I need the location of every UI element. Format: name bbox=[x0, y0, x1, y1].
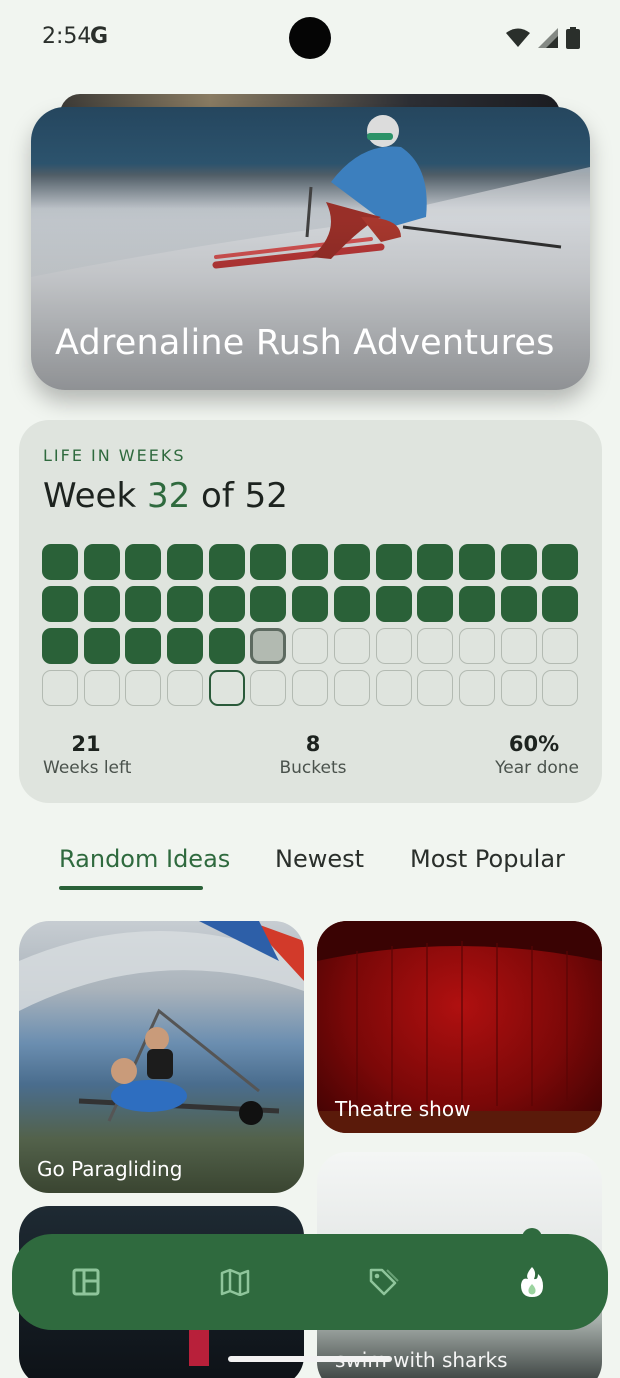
week-cell bbox=[417, 628, 454, 664]
week-cell bbox=[375, 628, 412, 664]
week-cell bbox=[500, 544, 537, 580]
tab-most-popular[interactable]: Most Popular bbox=[410, 845, 565, 873]
home-indicator[interactable] bbox=[228, 1356, 392, 1362]
week-cell bbox=[125, 670, 162, 706]
week-cell bbox=[458, 586, 495, 622]
week-cell bbox=[208, 628, 245, 664]
bottom-nav bbox=[12, 1234, 608, 1330]
nav-tags[interactable] bbox=[366, 1265, 400, 1299]
week-cell bbox=[42, 544, 78, 580]
stat-label: Weeks left bbox=[43, 758, 132, 778]
status-time: 2:54 bbox=[42, 24, 92, 49]
idea-tabs: Random Ideas Newest Most Popular bbox=[0, 840, 620, 900]
weeks-heading: Week 32 of 52 bbox=[43, 476, 288, 516]
week-cell bbox=[250, 586, 287, 622]
status-bar: 2:54 G bbox=[0, 0, 620, 80]
map-icon bbox=[220, 1268, 250, 1296]
week-cell bbox=[167, 544, 204, 580]
tab-newest[interactable]: Newest bbox=[275, 845, 364, 873]
week-cell bbox=[292, 586, 329, 622]
week-cell bbox=[250, 628, 287, 664]
week-cell bbox=[375, 586, 412, 622]
week-cell bbox=[83, 670, 120, 706]
weeks-label: LIFE IN WEEKS bbox=[43, 446, 186, 465]
weeks-heading-prefix: Week bbox=[43, 476, 147, 516]
week-cell bbox=[208, 586, 245, 622]
week-cell bbox=[500, 586, 537, 622]
week-cell bbox=[42, 628, 78, 664]
week-cell bbox=[458, 628, 495, 664]
week-grid bbox=[42, 544, 579, 706]
week-cell bbox=[83, 544, 120, 580]
stat-buckets: 8 Buckets bbox=[251, 732, 375, 778]
hero-card[interactable]: Adrenaline Rush Adventures bbox=[31, 107, 590, 390]
week-cell bbox=[167, 628, 204, 664]
week-cell bbox=[333, 544, 370, 580]
google-icon: G bbox=[90, 24, 109, 49]
camera-cutout bbox=[289, 17, 331, 59]
week-cell bbox=[458, 670, 495, 706]
screen: 2:54 G Adrenaline Rush Adventures LIFE I… bbox=[0, 0, 620, 1378]
week-cell bbox=[83, 628, 120, 664]
paragliding-image bbox=[19, 921, 304, 1125]
week-cell bbox=[167, 586, 204, 622]
flame-icon bbox=[521, 1267, 543, 1297]
nav-dashboard[interactable] bbox=[69, 1265, 103, 1299]
week-cell bbox=[417, 670, 454, 706]
week-cell bbox=[375, 670, 412, 706]
week-cell bbox=[500, 628, 537, 664]
week-cell bbox=[208, 544, 245, 580]
stat-label: Buckets bbox=[279, 758, 347, 778]
wifi-icon bbox=[506, 28, 530, 47]
week-cell bbox=[292, 628, 329, 664]
idea-title: Go Paragliding bbox=[37, 1157, 183, 1181]
week-cell bbox=[125, 586, 162, 622]
week-cell bbox=[458, 544, 495, 580]
week-cell bbox=[542, 670, 579, 706]
week-cell bbox=[333, 586, 370, 622]
week-cell bbox=[417, 586, 454, 622]
week-cell bbox=[417, 544, 454, 580]
week-cell bbox=[167, 670, 204, 706]
week-cell bbox=[250, 670, 287, 706]
idea-title: Theatre show bbox=[335, 1097, 471, 1121]
stat-weeks-left: 21 Weeks left bbox=[43, 732, 167, 778]
hero-title: Adrenaline Rush Adventures bbox=[55, 323, 555, 363]
week-cell bbox=[375, 544, 412, 580]
week-cell bbox=[42, 670, 78, 706]
stat-year-done: 60% Year done bbox=[479, 732, 579, 778]
dashboard-icon bbox=[72, 1268, 100, 1296]
week-cell bbox=[292, 544, 329, 580]
battery-icon bbox=[566, 27, 580, 49]
idea-card-paragliding[interactable]: Go Paragliding bbox=[19, 921, 304, 1193]
week-cell bbox=[42, 586, 78, 622]
nav-map[interactable] bbox=[218, 1265, 252, 1299]
week-cell bbox=[333, 670, 370, 706]
stat-value: 21 bbox=[71, 732, 101, 756]
status-icons bbox=[506, 27, 580, 49]
stat-label: Year done bbox=[495, 758, 579, 778]
week-cell bbox=[250, 544, 287, 580]
tag-icon bbox=[369, 1268, 399, 1296]
nav-flame[interactable] bbox=[515, 1265, 549, 1299]
idea-card-theatre[interactable]: Theatre show bbox=[317, 921, 602, 1133]
signal-icon bbox=[538, 28, 558, 48]
week-cell bbox=[125, 628, 162, 664]
week-cell bbox=[542, 628, 579, 664]
week-cell bbox=[125, 544, 162, 580]
weeks-heading-suffix: of 52 bbox=[190, 476, 288, 516]
week-cell bbox=[500, 670, 537, 706]
week-cell bbox=[333, 628, 370, 664]
tab-random-ideas[interactable]: Random Ideas bbox=[59, 845, 230, 873]
week-cell bbox=[292, 670, 329, 706]
week-cell bbox=[83, 586, 120, 622]
week-cell bbox=[542, 586, 579, 622]
life-in-weeks-card: LIFE IN WEEKS Week 32 of 52 21 Weeks lef… bbox=[19, 420, 602, 803]
stat-value: 60% bbox=[508, 732, 560, 756]
week-cell bbox=[208, 670, 245, 706]
stat-value: 8 bbox=[305, 732, 321, 756]
week-cell bbox=[542, 544, 579, 580]
current-week-number: 32 bbox=[146, 476, 191, 516]
tab-indicator bbox=[59, 886, 203, 890]
